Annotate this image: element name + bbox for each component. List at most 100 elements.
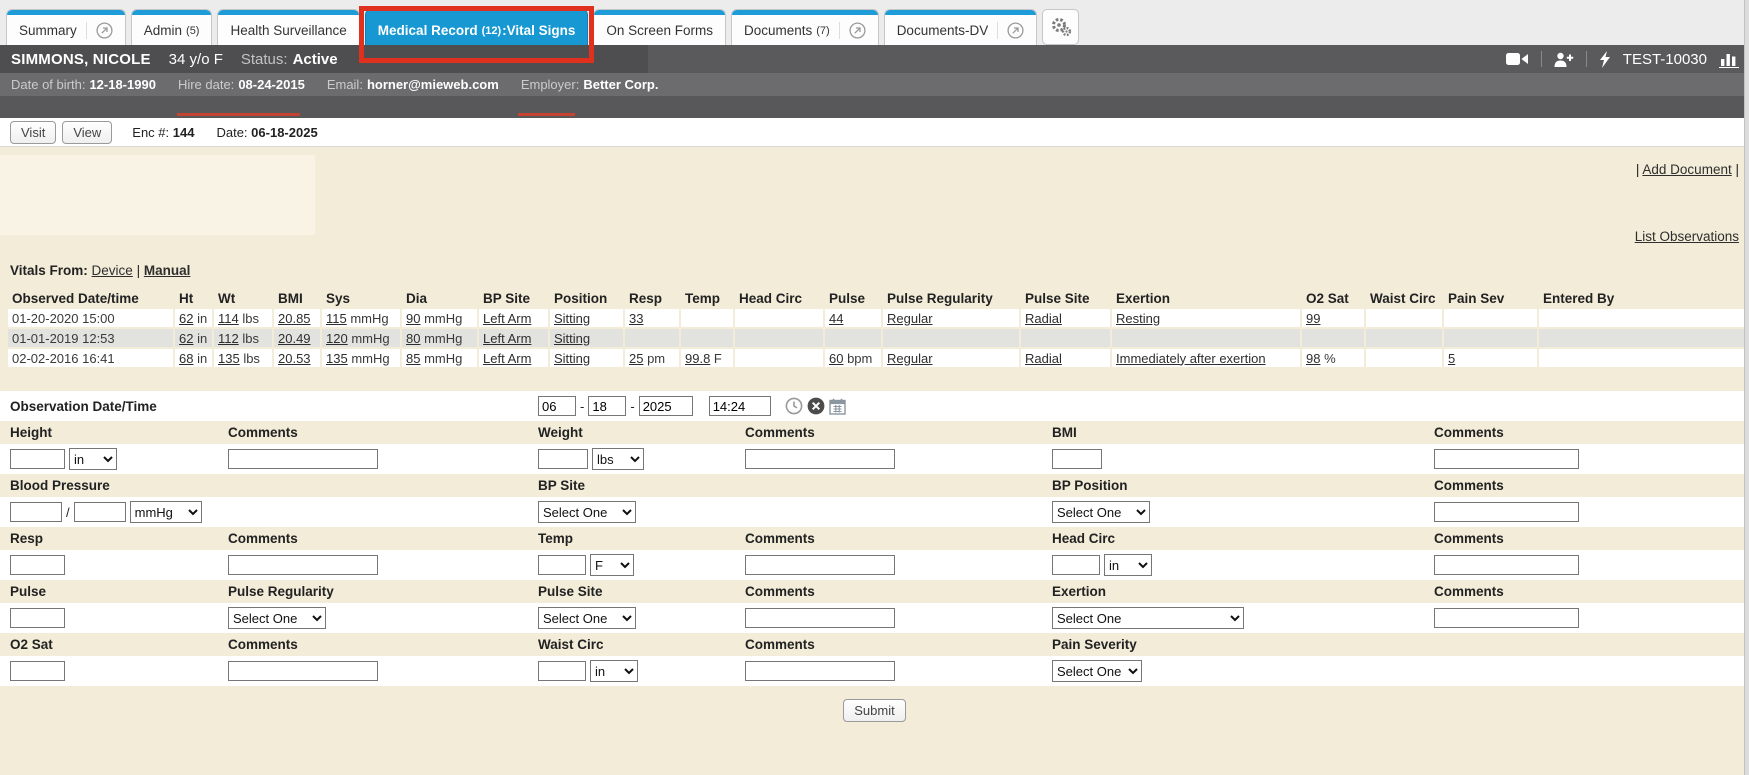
comments-field: [745, 661, 1052, 681]
comments-input[interactable]: [228, 449, 378, 469]
popout-icon[interactable]: [86, 22, 113, 39]
tab-health-surveillance[interactable]: Health Surveillance: [217, 9, 359, 45]
vital-value-link[interactable]: 112: [218, 331, 239, 346]
comments-input[interactable]: [1434, 449, 1579, 469]
popout-icon[interactable]: [997, 22, 1024, 39]
visit-button[interactable]: Visit: [10, 121, 56, 144]
vital-value-link[interactable]: 44: [829, 311, 843, 326]
head-circ-input[interactable]: [1052, 555, 1100, 575]
comments-input[interactable]: [745, 608, 895, 628]
settings-gear-button[interactable]: [1042, 9, 1079, 45]
vital-value-link[interactable]: Sitting: [554, 311, 590, 326]
tab-medical-record[interactable]: Medical Record(12):Vital Signs: [365, 9, 589, 45]
popout-icon[interactable]: [839, 22, 866, 39]
vital-value-link[interactable]: 20.49: [278, 331, 311, 346]
vital-value-link[interactable]: 120: [326, 331, 348, 346]
vital-value-link[interactable]: 62: [179, 311, 193, 326]
vital-value-link[interactable]: 25: [629, 351, 643, 366]
vital-value-link[interactable]: 62: [179, 331, 193, 346]
temp-select[interactable]: F: [590, 554, 634, 576]
comments-input[interactable]: [1434, 555, 1579, 575]
observation-day-input[interactable]: [588, 396, 626, 416]
comments-input[interactable]: [1434, 608, 1579, 628]
vital-value-link[interactable]: 20.53: [278, 351, 311, 366]
vital-value-link[interactable]: Resting: [1116, 311, 1160, 326]
blood-pressure-input[interactable]: [74, 502, 126, 522]
tab-summary[interactable]: Summary: [6, 9, 126, 45]
bmi-input[interactable]: [1052, 449, 1102, 469]
calendar-icon[interactable]: [829, 398, 846, 415]
vital-value-link[interactable]: 20.85: [278, 311, 311, 326]
vital-value-link[interactable]: 135: [326, 351, 348, 366]
add-person-icon[interactable]: [1554, 52, 1574, 67]
bar-chart-icon[interactable]: [1719, 51, 1739, 68]
comments-input[interactable]: [228, 555, 378, 575]
vital-value-link[interactable]: 135: [218, 351, 240, 366]
vital-value-link[interactable]: 90: [406, 311, 420, 326]
vital-value-link[interactable]: 98: [1306, 351, 1320, 366]
pulse-regularity-select[interactable]: Select One: [228, 607, 326, 629]
vital-value-link[interactable]: 68: [179, 351, 193, 366]
list-observations-link[interactable]: List Observations: [1635, 229, 1739, 244]
tab-documents-dv[interactable]: Documents-DV: [884, 9, 1038, 45]
height-input[interactable]: [10, 449, 65, 469]
device-link[interactable]: Device: [92, 263, 133, 278]
vital-value-link[interactable]: 99: [1306, 311, 1320, 326]
comments-input[interactable]: [745, 449, 895, 469]
waist-circ-select[interactable]: in: [590, 660, 638, 682]
view-button[interactable]: View: [62, 121, 112, 144]
vital-value-link[interactable]: Immediately after exertion: [1116, 351, 1266, 366]
blood-pressure-select[interactable]: mmHg: [130, 501, 202, 523]
weight-select[interactable]: lbs: [592, 448, 644, 470]
comments-input[interactable]: [228, 661, 378, 681]
vital-value-link[interactable]: Left Arm: [483, 331, 531, 346]
comments-input[interactable]: [745, 661, 895, 681]
vital-value-link[interactable]: Regular: [887, 351, 933, 366]
vital-value-link[interactable]: Left Arm: [483, 311, 531, 326]
clock-icon[interactable]: [785, 397, 803, 415]
temp-input[interactable]: [538, 555, 586, 575]
exertion-select[interactable]: Select One: [1052, 607, 1244, 629]
scrollbar[interactable]: [1744, 0, 1749, 775]
observation-year-input[interactable]: [639, 396, 693, 416]
observation-time-input[interactable]: [709, 396, 771, 416]
vital-value-link[interactable]: 5: [1448, 351, 1455, 366]
tab-on-screen-forms[interactable]: On Screen Forms: [593, 9, 726, 45]
vital-value-link[interactable]: Sitting: [554, 351, 590, 366]
comments-input[interactable]: [745, 555, 895, 575]
pulse-input[interactable]: [10, 608, 65, 628]
vital-value-link[interactable]: Regular: [887, 311, 933, 326]
lightning-icon[interactable]: [1599, 51, 1611, 68]
vital-value-link[interactable]: 115: [326, 311, 347, 326]
tab-admin[interactable]: Admin(5): [131, 9, 213, 45]
vital-value-link[interactable]: Sitting: [554, 331, 590, 346]
height-select[interactable]: in: [69, 448, 117, 470]
vital-value-link[interactable]: Radial: [1025, 351, 1062, 366]
vital-value-link[interactable]: 33: [629, 311, 643, 326]
add-document-link[interactable]: Add Document: [1642, 162, 1731, 177]
o2-sat-input[interactable]: [10, 661, 65, 681]
bp-site-select[interactable]: Select One: [538, 501, 636, 523]
weight-input[interactable]: [538, 449, 588, 469]
clear-icon[interactable]: [807, 397, 825, 415]
manual-link[interactable]: Manual: [144, 263, 191, 278]
resp-input[interactable]: [10, 555, 65, 575]
video-camera-icon[interactable]: [1506, 52, 1529, 66]
tab-documents[interactable]: Documents(7): [731, 9, 879, 45]
observation-month-input[interactable]: [538, 396, 576, 416]
head-circ-select[interactable]: in: [1104, 554, 1152, 576]
pain-severity-select[interactable]: Select One: [1052, 660, 1142, 682]
pulse-site-select[interactable]: Select One: [538, 607, 636, 629]
waist-circ-input[interactable]: [538, 661, 586, 681]
vital-value-link[interactable]: 99.8: [685, 351, 710, 366]
vital-value-link[interactable]: 60: [829, 351, 843, 366]
bp-position-select[interactable]: Select One: [1052, 501, 1150, 523]
comments-input[interactable]: [1434, 502, 1579, 522]
blood-pressure-input[interactable]: [10, 502, 62, 522]
vital-value-link[interactable]: Radial: [1025, 311, 1062, 326]
vital-value-link[interactable]: 114: [218, 311, 239, 326]
vital-value-link[interactable]: 80: [406, 331, 420, 346]
vital-value-link[interactable]: 85: [406, 351, 420, 366]
vital-value-link[interactable]: Left Arm: [483, 351, 531, 366]
submit-button[interactable]: Submit: [843, 699, 905, 722]
